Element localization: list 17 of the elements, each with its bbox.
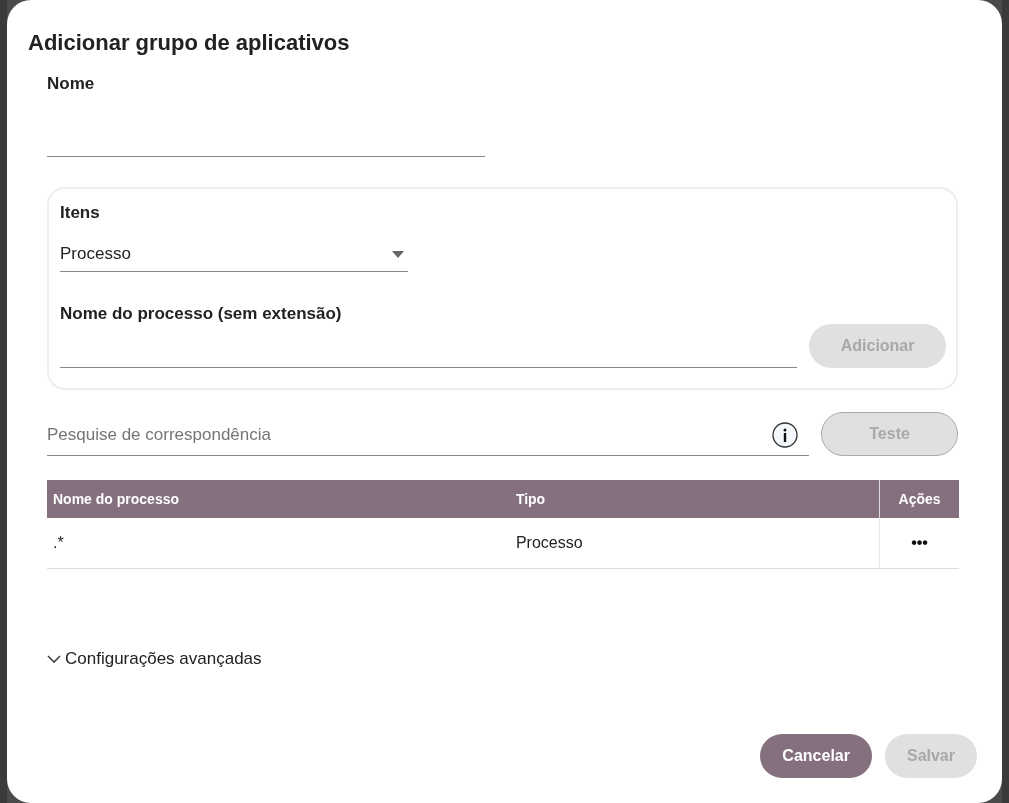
column-header: Ações (879, 480, 959, 518)
advanced-settings-toggle[interactable]: Configurações avançadas (47, 649, 262, 669)
info-icon[interactable] (772, 422, 798, 448)
more-actions-button[interactable]: ••• (905, 533, 934, 553)
table-cell: .* (47, 518, 510, 569)
caret-icon (392, 250, 404, 258)
column-header: Nome do processo (47, 480, 510, 518)
table-cell: Processo (509, 518, 880, 569)
dialog-title: Adicionar grupo de aplicativos (28, 30, 351, 56)
dialog-button[interactable]: Cancelar (760, 734, 872, 778)
panel-label: Itens (60, 203, 101, 223)
field-label: Nome do processo (sem extensão) (60, 304, 343, 324)
field-label: Nome (47, 74, 96, 94)
search-input-field[interactable]: Pesquise de correspondência (47, 418, 772, 452)
column-header: Tipo (509, 480, 880, 518)
chevron-icon (47, 654, 61, 664)
type-dropdown[interactable]: Processo (60, 237, 408, 272)
